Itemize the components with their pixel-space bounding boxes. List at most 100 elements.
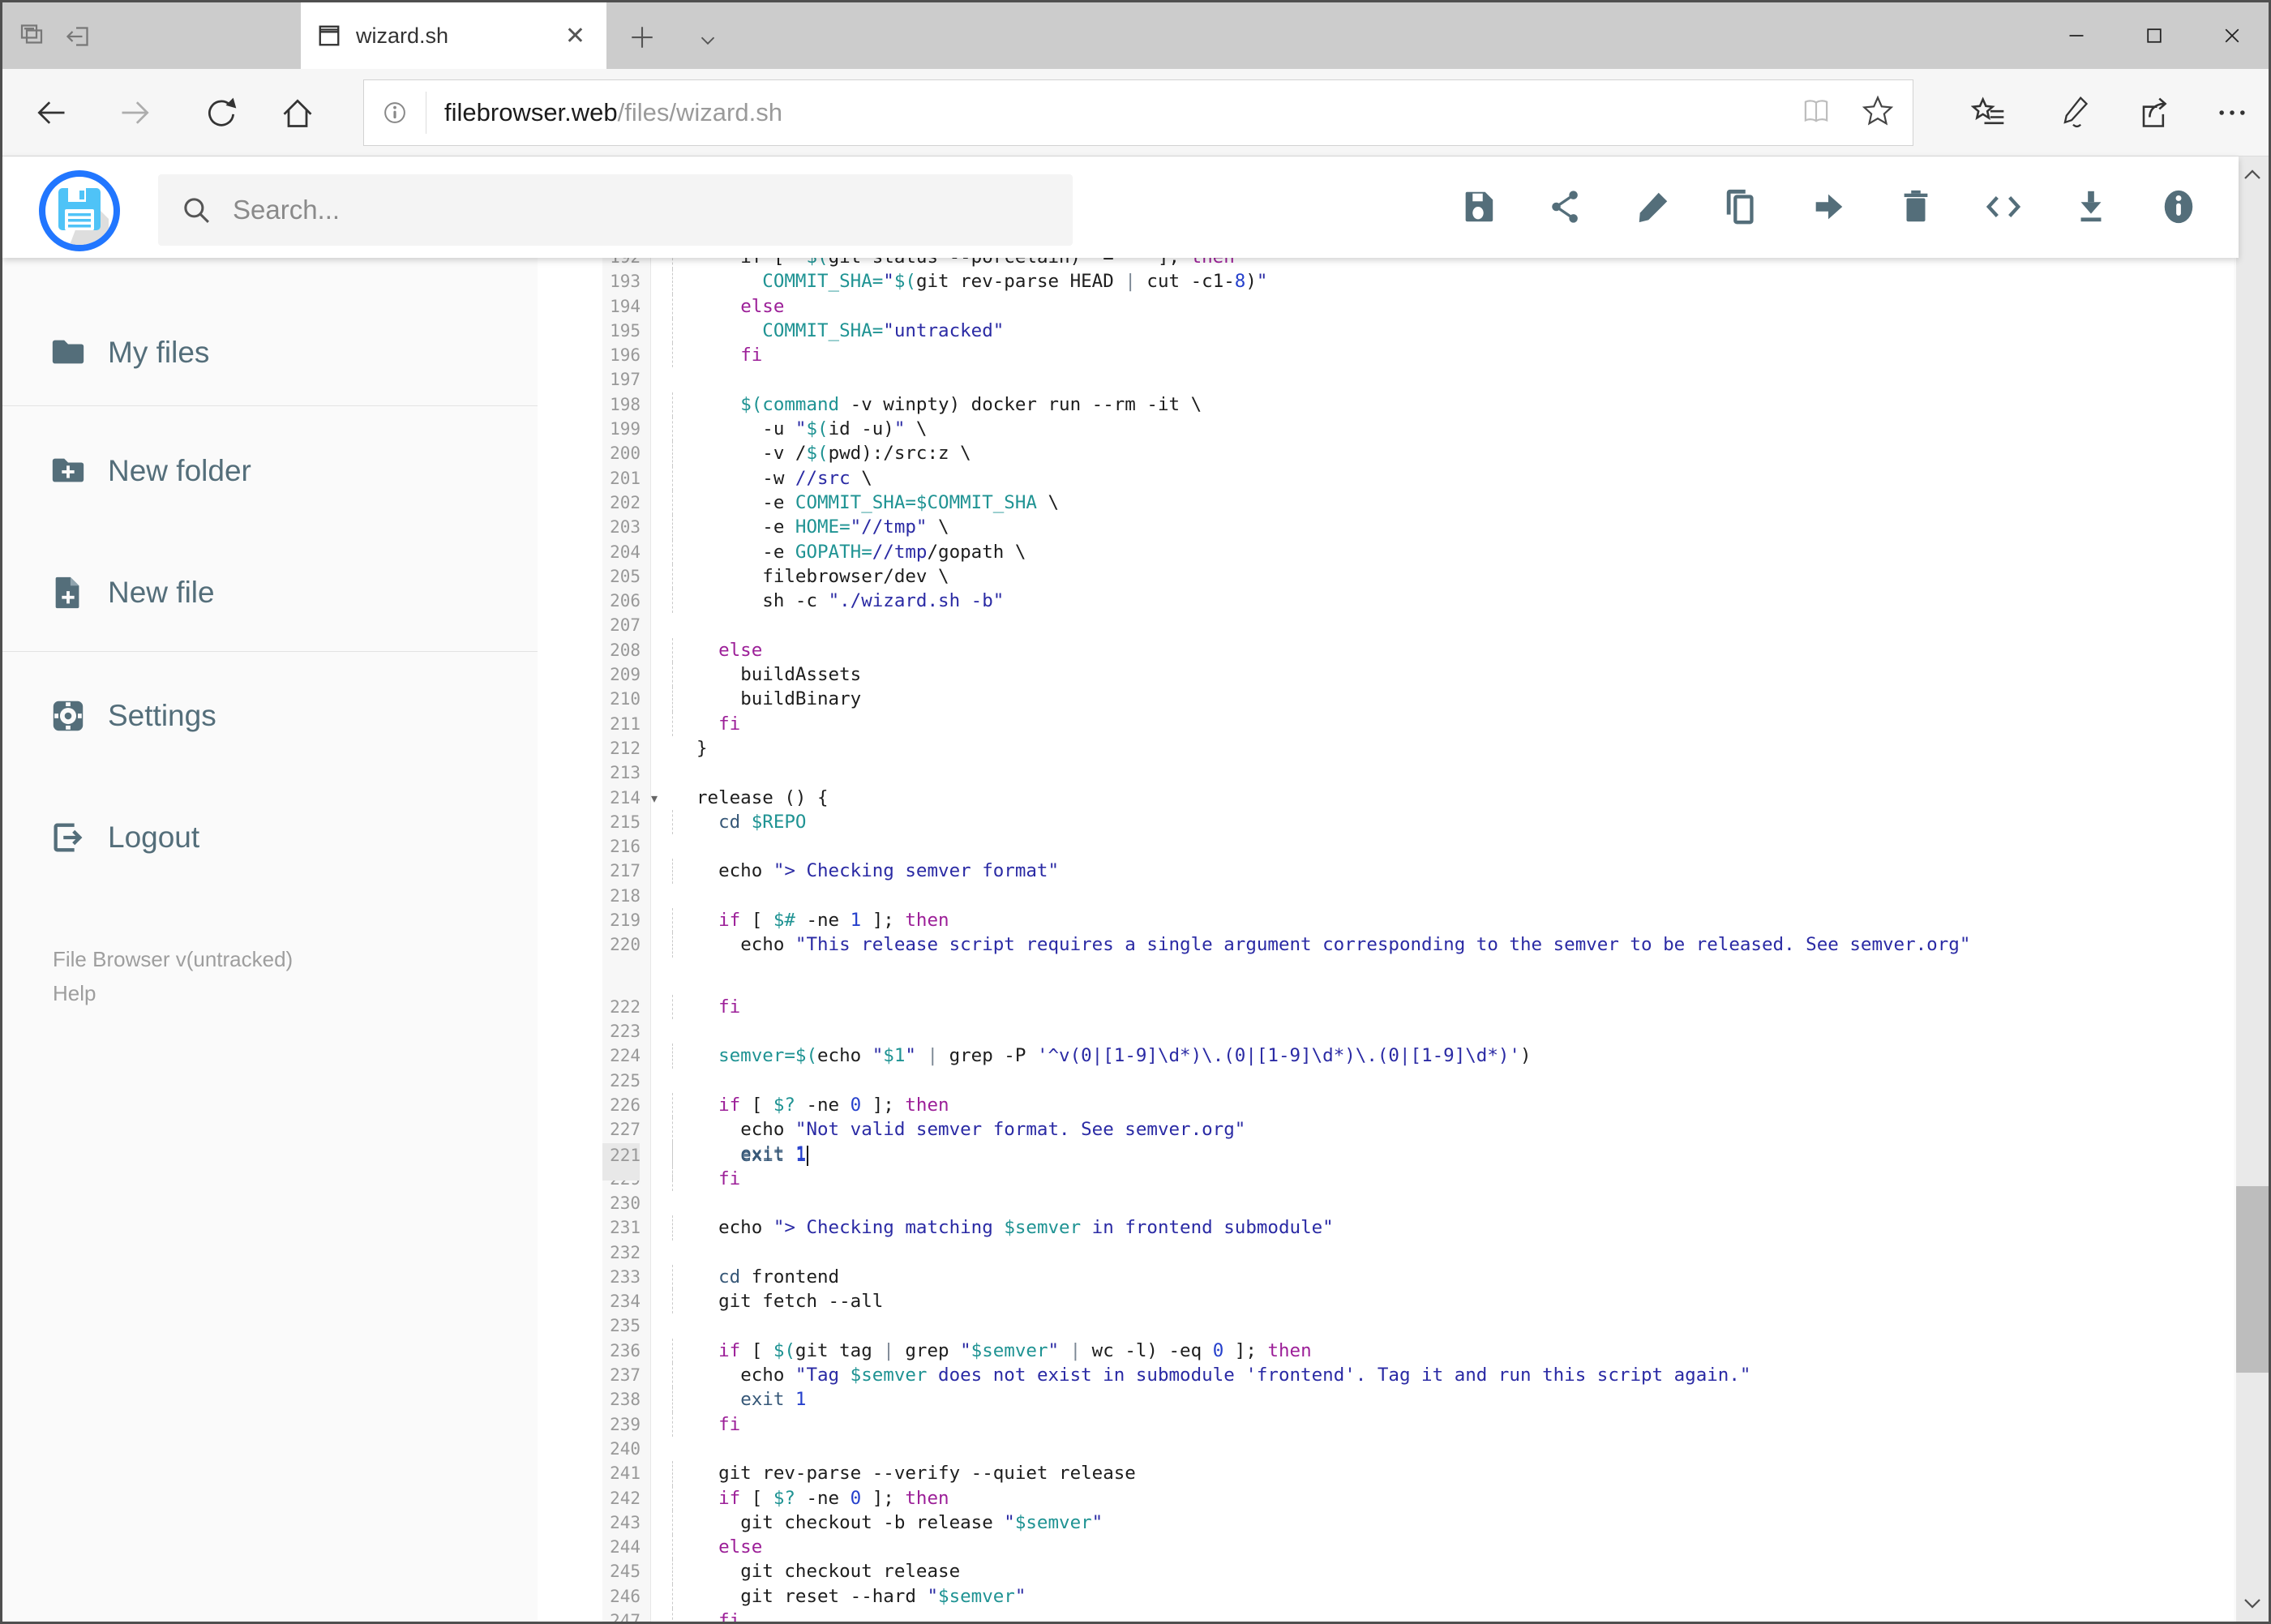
code-line: 244 else bbox=[602, 1535, 2234, 1560]
code-line: 239 fi bbox=[602, 1412, 2234, 1438]
sidebar-item-logout[interactable]: Logout bbox=[2, 801, 538, 874]
code-line: 205 filebrowser/dev \ bbox=[602, 563, 2234, 589]
line-number: 208 bbox=[610, 640, 641, 660]
line-number: 232 bbox=[610, 1242, 641, 1262]
line-number: 196 bbox=[610, 345, 641, 366]
sidebar-divider bbox=[2, 651, 538, 652]
page-info-icon[interactable] bbox=[364, 97, 426, 128]
code-line-text: echo "> Checking semver format" bbox=[651, 859, 2234, 885]
code-line-text: git reset --hard "$semver" bbox=[651, 1583, 2234, 1609]
sidebar-item-new-file[interactable]: New file bbox=[2, 556, 538, 629]
code-line-text: filebrowser/dev \ bbox=[651, 563, 2234, 589]
code-line: 211 fi bbox=[602, 711, 2234, 737]
download-button[interactable] bbox=[2072, 188, 2110, 225]
code-line: 192 if [ "$(git status --porcelain)" = "… bbox=[602, 258, 2234, 270]
source-code-button[interactable] bbox=[1985, 188, 2022, 225]
minimize-button[interactable] bbox=[2040, 2, 2113, 69]
line-number: 247 bbox=[610, 1611, 641, 1622]
move-button[interactable] bbox=[1810, 188, 1847, 225]
code-line: 200 -v /$(pwd):/src:z \ bbox=[602, 441, 2234, 466]
line-number: 239 bbox=[610, 1414, 641, 1434]
refresh-icon[interactable] bbox=[204, 95, 239, 131]
code-line: 195 COMMIT_SHA="untracked" bbox=[602, 318, 2234, 344]
line-number: 199 bbox=[610, 419, 641, 439]
browser-tab[interactable]: wizard.sh ✕ bbox=[301, 2, 606, 69]
code-line-text: else bbox=[651, 1535, 2234, 1560]
code-line: 204 -e GOPATH=//tmp/gopath \ bbox=[602, 539, 2234, 565]
line-number: 210 bbox=[610, 689, 641, 709]
search-bar[interactable] bbox=[158, 174, 1073, 246]
app-logo[interactable] bbox=[39, 170, 120, 251]
help-link[interactable]: Help bbox=[53, 981, 96, 1006]
rename-button[interactable] bbox=[1635, 188, 1672, 225]
line-number: 219 bbox=[610, 911, 641, 931]
line-number: 246 bbox=[610, 1586, 641, 1606]
line-number: 195 bbox=[610, 320, 641, 341]
tab-preview-icon[interactable] bbox=[17, 22, 46, 51]
code-line: 223 bbox=[602, 1019, 2234, 1043]
line-number: 205 bbox=[610, 566, 641, 586]
maximize-button[interactable] bbox=[2118, 2, 2191, 69]
code-line: 208 else bbox=[602, 637, 2234, 663]
sidebar-item-settings[interactable]: Settings bbox=[2, 679, 538, 752]
tab-list-chevron-icon[interactable] bbox=[696, 28, 725, 58]
code-line: 203 -e HOME="//tmp" \ bbox=[602, 515, 2234, 540]
line-number: 194 bbox=[610, 296, 641, 316]
scroll-down-icon[interactable] bbox=[2238, 1588, 2267, 1617]
line-number: 220 bbox=[610, 935, 641, 955]
sidebar-item-new-folder[interactable]: New folder bbox=[2, 435, 538, 508]
close-button[interactable] bbox=[2196, 2, 2269, 69]
code-line: 235 bbox=[602, 1313, 2234, 1338]
favorite-star-icon[interactable] bbox=[1861, 94, 1895, 132]
code-line: 199 -u "$(id -u)" \ bbox=[602, 417, 2234, 442]
code-line-text: echo "Tag $semver does not exist in subm… bbox=[651, 1363, 2234, 1388]
url-text[interactable]: filebrowser.web/files/wizard.sh bbox=[444, 98, 1799, 127]
code-line-text: if [ $? -ne 0 ]; then bbox=[651, 1092, 2234, 1118]
home-icon[interactable] bbox=[280, 95, 315, 131]
new-tab-icon[interactable] bbox=[628, 24, 658, 53]
copy-button[interactable] bbox=[1722, 188, 1759, 225]
share-icon[interactable] bbox=[2135, 95, 2170, 131]
code-line-text: git fetch --all bbox=[651, 1289, 2234, 1314]
more-options-icon[interactable] bbox=[2214, 95, 2250, 131]
code-editor[interactable]: 192 if [ "$(git status --porcelain)" = "… bbox=[538, 258, 2234, 1622]
page-scrollbar[interactable] bbox=[2236, 156, 2269, 1622]
scroll-up-icon[interactable] bbox=[2238, 161, 2267, 191]
reading-view-icon[interactable] bbox=[1799, 94, 1833, 132]
code-line: 221 exit 1 bbox=[602, 1142, 809, 1181]
code-line: 234 git fetch --all bbox=[602, 1289, 2234, 1314]
share-file-button[interactable] bbox=[1547, 188, 1584, 225]
delete-button[interactable] bbox=[1897, 188, 1935, 225]
sidebar-item-label: Logout bbox=[108, 821, 200, 854]
search-input[interactable] bbox=[231, 194, 961, 226]
url-host: filebrowser.web bbox=[444, 98, 618, 126]
info-button[interactable] bbox=[2160, 188, 2197, 225]
annotate-pen-icon[interactable] bbox=[2055, 95, 2091, 131]
code-line: 236 if [ $(git tag | grep "$semver" | wc… bbox=[602, 1338, 2234, 1364]
line-number: 214 bbox=[610, 787, 641, 808]
sidebar: My files New folder New file Settings Lo… bbox=[2, 258, 538, 1622]
line-number: 236 bbox=[610, 1340, 641, 1360]
favorites-hub-icon[interactable] bbox=[1970, 95, 2007, 131]
scrollbar-thumb[interactable] bbox=[2236, 1186, 2269, 1373]
line-number: 223 bbox=[610, 1021, 641, 1041]
line-number: 213 bbox=[610, 763, 641, 783]
sidebar-item-my-files[interactable]: My files bbox=[2, 316, 538, 389]
forward-icon[interactable] bbox=[118, 95, 153, 131]
code-content[interactable]: 192 if [ "$(git status --porcelain)" = "… bbox=[602, 258, 2234, 1622]
line-number: 201 bbox=[610, 468, 641, 488]
code-line-text: fi bbox=[651, 1412, 2234, 1438]
set-tabs-aside-icon[interactable] bbox=[64, 22, 93, 51]
url-bar[interactable]: filebrowser.web/files/wizard.sh bbox=[363, 79, 1913, 146]
save-button[interactable] bbox=[1459, 188, 1497, 225]
tab-close-icon[interactable]: ✕ bbox=[560, 22, 590, 50]
code-line: 237 echo "Tag $semver does not exist in … bbox=[602, 1363, 2234, 1388]
code-line: 218 bbox=[602, 884, 2234, 908]
line-number: 207 bbox=[610, 615, 641, 636]
back-icon[interactable] bbox=[33, 95, 69, 131]
code-line-text: if [ "$(git status --porcelain)" = "" ];… bbox=[651, 258, 2234, 270]
code-line-text: -v /$(pwd):/src:z \ bbox=[651, 441, 2234, 466]
code-line: 231 echo "> Checking matching $semver in… bbox=[602, 1215, 2234, 1240]
